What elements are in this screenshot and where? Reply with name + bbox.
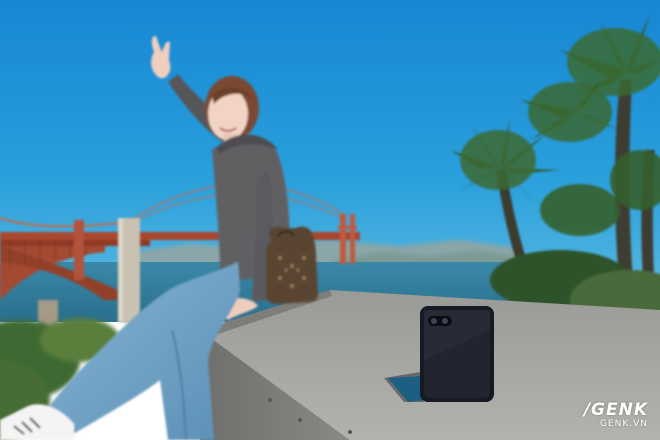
genk-watermark: /GENK GENK.VN [584,401,648,430]
watermark-domain: GENK.VN [599,419,648,429]
photo-illustration [0,0,660,440]
backpack [266,226,318,304]
watermark-brand: /GENK [583,400,648,420]
photo-scene: /GENK GENK.VN [0,0,660,440]
